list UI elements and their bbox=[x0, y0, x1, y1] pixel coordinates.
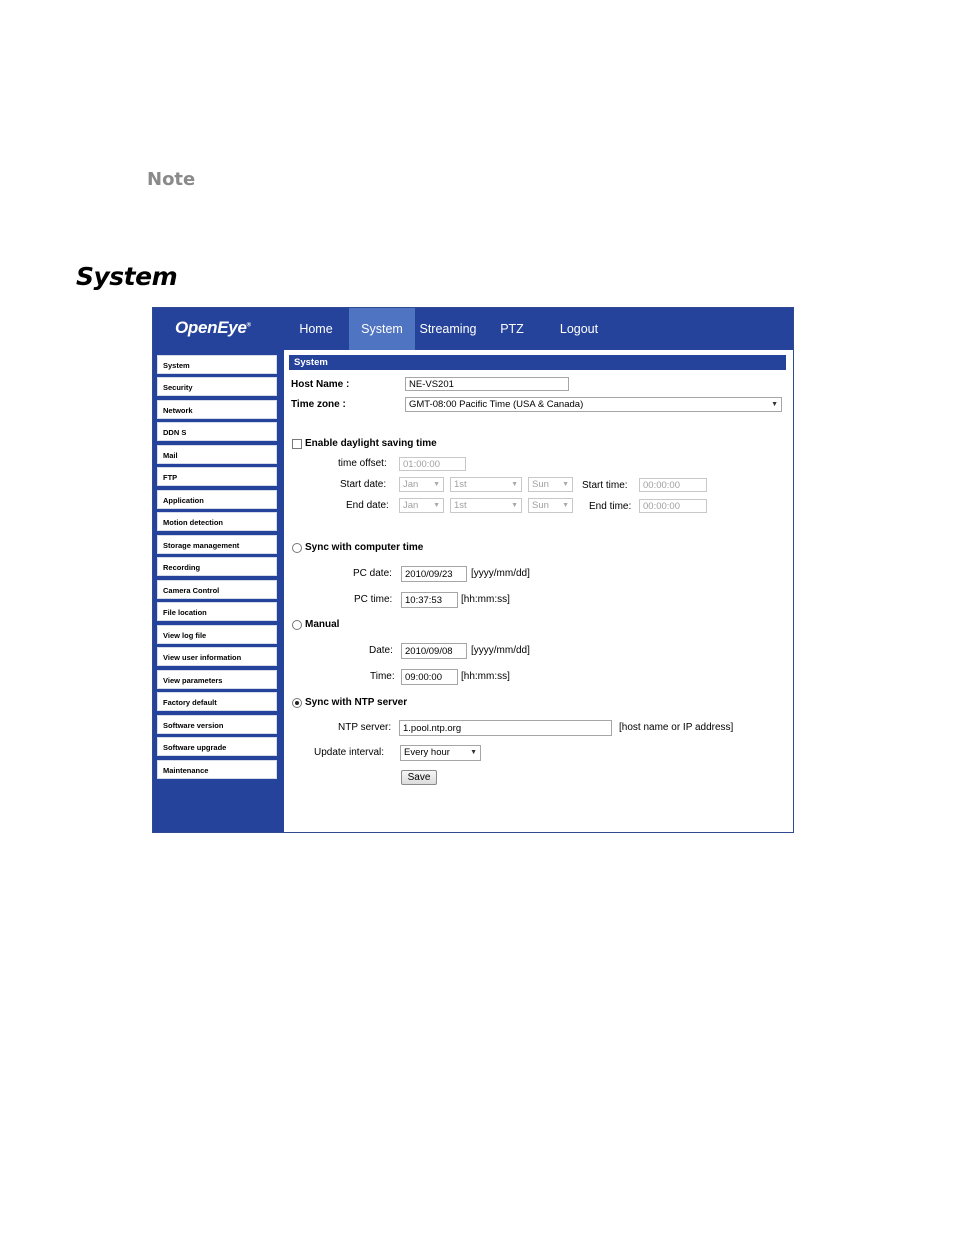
sidebar-item-ftp[interactable]: FTP bbox=[157, 467, 277, 486]
time-zone-label: Time zone : bbox=[291, 399, 346, 410]
host-name-input[interactable]: NE-VS201 bbox=[405, 377, 569, 391]
note-label: Note bbox=[147, 169, 196, 190]
sidebar-item-storage-management[interactable]: Storage management bbox=[157, 535, 277, 554]
nav-ptz[interactable]: PTZ bbox=[489, 308, 535, 350]
time-zone-value: GMT-08:00 Pacific Time (USA & Canada) bbox=[409, 399, 584, 410]
start-time-input[interactable]: 00:00:00 bbox=[639, 478, 707, 492]
sidebar-item-security[interactable]: Security bbox=[157, 377, 277, 396]
chevron-down-icon: ▼ bbox=[433, 502, 440, 509]
start-month-value: Jan bbox=[403, 479, 419, 490]
save-button[interactable]: Save bbox=[401, 770, 437, 785]
end-time-input[interactable]: 00:00:00 bbox=[639, 499, 707, 513]
nav-streaming[interactable]: Streaming bbox=[415, 308, 481, 350]
manual-radio[interactable] bbox=[292, 620, 302, 630]
end-day-select[interactable]: Sun ▼ bbox=[528, 498, 573, 513]
ntp-radio[interactable] bbox=[292, 698, 302, 708]
settings-content: System Host Name : NE-VS201 Time zone : … bbox=[284, 350, 793, 832]
top-navigation-bar: OpenEye® Home System Streaming PTZ Logou… bbox=[153, 308, 793, 350]
sidebar-item-view-log-file[interactable]: View log file bbox=[157, 625, 277, 644]
sidebar-item-recording[interactable]: Recording bbox=[157, 557, 277, 576]
sidebar-item-system[interactable]: System bbox=[157, 355, 277, 374]
pc-date-format: [yyyy/mm/dd] bbox=[471, 568, 530, 579]
dst-checkbox[interactable] bbox=[292, 439, 302, 449]
manual-time-format: [hh:mm:ss] bbox=[461, 671, 510, 682]
start-day-value: Sun bbox=[532, 479, 549, 490]
end-week-value: 1st bbox=[454, 500, 467, 511]
ntp-server-hint: [host name or IP address] bbox=[619, 722, 734, 733]
manual-time-input[interactable]: 09:00:00 bbox=[401, 669, 458, 685]
pc-time-format: [hh:mm:ss] bbox=[461, 594, 510, 605]
manual-date-label: Date: bbox=[369, 645, 393, 656]
sidebar-item-view-user-information[interactable]: View user information bbox=[157, 647, 277, 666]
ntp-label: Sync with NTP server bbox=[305, 697, 408, 708]
sidebar-item-motion-detection[interactable]: Motion detection bbox=[157, 512, 277, 531]
chevron-down-icon: ▼ bbox=[433, 481, 440, 488]
sync-pc-label: Sync with computer time bbox=[305, 542, 424, 553]
sidebar-item-network[interactable]: Network bbox=[157, 400, 277, 419]
update-interval-select[interactable]: Every hour ▼ bbox=[400, 745, 481, 761]
end-week-select[interactable]: 1st ▼ bbox=[450, 498, 522, 513]
end-month-select[interactable]: Jan ▼ bbox=[399, 498, 444, 513]
pc-time-label: PC time: bbox=[354, 594, 393, 605]
chevron-down-icon: ▼ bbox=[511, 502, 518, 509]
section-title: System bbox=[76, 262, 178, 291]
manual-time-label: Time: bbox=[370, 671, 395, 682]
sidebar-item-file-location[interactable]: File location bbox=[157, 602, 277, 621]
sidebar-item-camera-control[interactable]: Camera Control bbox=[157, 580, 277, 599]
time-offset-label: time offset: bbox=[338, 458, 387, 469]
start-date-label: Start date: bbox=[340, 479, 387, 490]
time-zone-select[interactable]: GMT-08:00 Pacific Time (USA & Canada) ▼ bbox=[405, 397, 782, 412]
pc-date-input[interactable]: 2010/09/23 bbox=[401, 566, 467, 582]
nav-logout[interactable]: Logout bbox=[551, 308, 607, 350]
ntp-server-input[interactable]: 1.pool.ntp.org bbox=[399, 720, 612, 736]
dst-label: Enable daylight saving time bbox=[305, 438, 437, 449]
update-interval-value: Every hour bbox=[404, 747, 450, 758]
nav-home[interactable]: Home bbox=[289, 308, 343, 350]
camera-web-ui-screenshot: OpenEye® Home System Streaming PTZ Logou… bbox=[152, 307, 794, 833]
pc-time-input[interactable]: 10:37:53 bbox=[401, 592, 458, 608]
ntp-server-label: NTP server: bbox=[338, 722, 392, 733]
end-month-value: Jan bbox=[403, 500, 419, 511]
manual-date-input[interactable]: 2010/09/08 bbox=[401, 643, 467, 659]
chevron-down-icon: ▼ bbox=[470, 749, 477, 756]
start-week-select[interactable]: 1st ▼ bbox=[450, 477, 522, 492]
logo-text: OpenEye bbox=[175, 318, 247, 337]
sidebar-item-mail[interactable]: Mail bbox=[157, 445, 277, 464]
start-day-select[interactable]: Sun ▼ bbox=[528, 477, 573, 492]
manual-label: Manual bbox=[305, 619, 340, 630]
pc-date-label: PC date: bbox=[353, 568, 392, 579]
sync-pc-radio[interactable] bbox=[292, 543, 302, 553]
start-week-value: 1st bbox=[454, 479, 467, 490]
sidebar-item-application[interactable]: Application bbox=[157, 490, 277, 509]
start-time-label: Start time: bbox=[582, 480, 628, 491]
host-name-label: Host Name : bbox=[291, 379, 350, 390]
sidebar-item-view-parameters[interactable]: View parameters bbox=[157, 670, 277, 689]
end-time-label: End time: bbox=[589, 501, 632, 512]
chevron-down-icon: ▼ bbox=[771, 401, 778, 408]
chevron-down-icon: ▼ bbox=[562, 481, 569, 488]
logo-registered-mark: ® bbox=[246, 322, 251, 329]
panel-title: System bbox=[289, 355, 786, 370]
sidebar-item-software-version[interactable]: Software version bbox=[157, 715, 277, 734]
sidebar-item-factory-default[interactable]: Factory default bbox=[157, 692, 277, 711]
end-date-label: End date: bbox=[346, 500, 389, 511]
sidebar-item-software-upgrade[interactable]: Software upgrade bbox=[157, 737, 277, 756]
sidebar-item-ddns[interactable]: DDN S bbox=[157, 422, 277, 441]
nav-system[interactable]: System bbox=[349, 308, 415, 350]
openeye-logo: OpenEye® bbox=[175, 318, 251, 338]
time-offset-input[interactable]: 01:00:00 bbox=[399, 457, 466, 471]
chevron-down-icon: ▼ bbox=[562, 502, 569, 509]
start-month-select[interactable]: Jan ▼ bbox=[399, 477, 444, 492]
sidebar-menu: System Security Network DDN S Mail FTP A… bbox=[153, 350, 284, 832]
update-interval-label: Update interval: bbox=[314, 747, 385, 758]
chevron-down-icon: ▼ bbox=[511, 481, 518, 488]
end-day-value: Sun bbox=[532, 500, 549, 511]
manual-date-format: [yyyy/mm/dd] bbox=[471, 645, 530, 656]
sidebar-item-maintenance[interactable]: Maintenance bbox=[157, 760, 277, 779]
